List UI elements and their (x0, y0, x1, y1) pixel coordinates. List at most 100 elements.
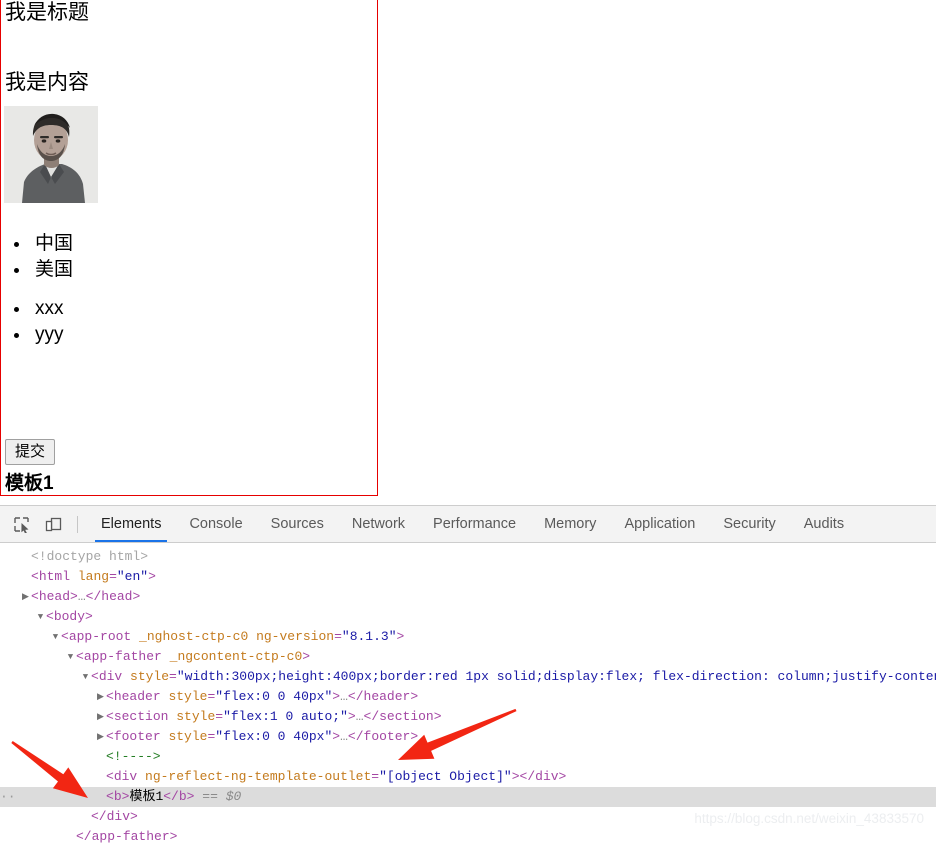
dom-row[interactable]: <head>…</head> (0, 587, 936, 607)
dom-row[interactable]: <section style="flex:1 0 auto;">…</secti… (0, 707, 936, 727)
dom-token-tag: b (178, 789, 187, 804)
dom-row[interactable]: <div style="width:300px;height:400px;bor… (0, 667, 936, 687)
tab-application[interactable]: Application (610, 506, 709, 542)
dom-token-punct: > (433, 709, 442, 724)
dom-tree[interactable]: <!doctype html><html lang="en"><head>…</… (0, 543, 936, 844)
dom-token-punct: < (91, 669, 99, 684)
dom-token-punct: < (76, 649, 84, 664)
tab-performance[interactable]: Performance (419, 506, 530, 542)
dom-row[interactable]: <app-father _ngcontent-ctp-c0> (0, 647, 936, 667)
chevron-down-icon[interactable] (50, 627, 61, 647)
chevron-down-icon[interactable] (80, 667, 91, 687)
dom-row[interactable]: <!----> (0, 747, 936, 767)
dom-token-punct: > (302, 649, 311, 664)
dom-token-val: "flex:0 0 40px" (215, 729, 333, 744)
tab-security[interactable]: Security (709, 506, 789, 542)
dom-token-plain (137, 769, 145, 784)
dom-token-tag: div (535, 769, 559, 784)
dom-row[interactable]: <div ng-reflect-ng-template-outlet="[obj… (0, 767, 936, 787)
dom-token-tag: header (363, 689, 411, 704)
dom-token-tag: html (38, 569, 71, 584)
dom-token-ellipsis: … (77, 589, 86, 604)
dom-token-plain (248, 629, 256, 644)
dom-token-punct: > (332, 729, 341, 744)
page-title: 我是标题 (5, 1, 89, 24)
dom-token-punct: > (347, 709, 356, 724)
dom-token-attr: ng-reflect-ng-template-outlet (145, 769, 372, 784)
dom-token-punct: </ (91, 809, 107, 824)
tab-elements[interactable]: Elements (87, 506, 175, 542)
list-item: yyy (31, 322, 64, 348)
tab-network[interactable]: Network (338, 506, 419, 542)
dom-token-tag: div (98, 669, 123, 684)
app-footer: 提交 模板1 (1, 439, 377, 495)
dom-token-attr: ng-version (256, 629, 335, 644)
dom-token-punct: < (106, 769, 114, 784)
dom-token-punct: = (169, 669, 177, 684)
chevron-right-icon[interactable] (20, 587, 31, 607)
dom-row[interactable]: <footer style="flex:0 0 40px">…</footer> (0, 727, 936, 747)
chevron-down-icon[interactable] (65, 647, 76, 667)
dom-row[interactable]: <app-root _nghost-ctp-c0 ng-version="8.1… (0, 627, 936, 647)
dom-token-punct: < (106, 729, 114, 744)
dom-token-plain (70, 569, 78, 584)
dom-row-selected[interactable]: ·· <b>模板1</b> == $0 (0, 787, 936, 807)
dom-token-punct: </ (163, 789, 179, 804)
dom-token-punct: < (31, 569, 39, 584)
dom-token-val: "flex:0 0 40px" (215, 689, 333, 704)
dom-row[interactable]: <html lang="en"> (0, 567, 936, 587)
portrait-photo (4, 106, 98, 203)
tab-sources[interactable]: Sources (257, 506, 338, 542)
dom-row[interactable]: <body> (0, 607, 936, 627)
tab-memory[interactable]: Memory (530, 506, 610, 542)
dom-token-punct: > (410, 729, 419, 744)
dom-token-punct: </ (76, 829, 92, 844)
dom-token-text: 模板1 (129, 789, 164, 804)
chevron-right-icon[interactable] (95, 707, 106, 727)
list-placeholders: xxx yyy (31, 296, 64, 348)
dom-token-punct: < (46, 609, 54, 624)
dom-token-ellipsis: … (355, 709, 364, 724)
chevron-right-icon[interactable] (95, 727, 106, 747)
dom-token-ellipsis: … (340, 689, 348, 704)
tab-audits[interactable]: Audits (790, 506, 858, 542)
dom-token-attr: style (130, 669, 170, 684)
dom-token-tag: app-root (68, 629, 132, 644)
tab-console[interactable]: Console (175, 506, 256, 542)
dom-token-tag: b (113, 789, 122, 804)
submit-button[interactable]: 提交 (5, 439, 56, 465)
dom-token-tag: div (113, 769, 138, 784)
devtools-tab-bar: Elements Console Sources Network Perform… (87, 506, 858, 542)
chevron-right-icon[interactable] (95, 687, 106, 707)
dom-token-punct: > (169, 829, 178, 844)
dom-token-attr: style (168, 729, 208, 744)
dom-token-tag: div (106, 809, 131, 824)
inspect-element-icon[interactable] (8, 511, 34, 537)
dom-row[interactable]: </app-father> (0, 827, 936, 844)
dom-row[interactable]: <!doctype html> (0, 547, 936, 567)
dom-token-doctype: <!doctype html> (31, 549, 149, 564)
dom-token-val: "flex:1 0 auto;" (223, 709, 348, 724)
dom-token-punct: < (106, 789, 114, 804)
dom-token-punct: = (371, 769, 380, 784)
device-toolbar-icon[interactable] (40, 511, 66, 537)
dom-token-attr: style (176, 709, 216, 724)
chevron-down-icon[interactable] (35, 607, 46, 627)
dom-token-tag: app-father (91, 829, 170, 844)
dom-row[interactable]: <header style="flex:0 0 40px">…</header> (0, 687, 936, 707)
dom-token-tag: head (38, 589, 71, 604)
dom-token-val: "[object Object]" (379, 769, 512, 784)
dom-token-val: "width:300px;height:400px;border:red 1px… (176, 669, 936, 684)
dom-token-ref: == $0 (202, 789, 242, 804)
dom-token-punct: </ (363, 709, 380, 724)
dom-token-comment: <!----> (106, 749, 161, 764)
dom-token-punct: < (106, 689, 114, 704)
dom-token-punct: > (130, 809, 138, 824)
dom-token-punct: </ (347, 689, 364, 704)
dom-token-tag: footer (363, 729, 411, 744)
content-text: 我是内容 (5, 71, 89, 94)
watermark: https://blog.csdn.net/weixin_43833570 (694, 811, 924, 826)
app-flex-container: 我是标题 我是内容 • 中国 • 美国 • xxx • yyy 提交 模板1 (0, 0, 378, 496)
toolbar-divider (77, 515, 78, 533)
dom-token-punct: = (334, 629, 342, 644)
